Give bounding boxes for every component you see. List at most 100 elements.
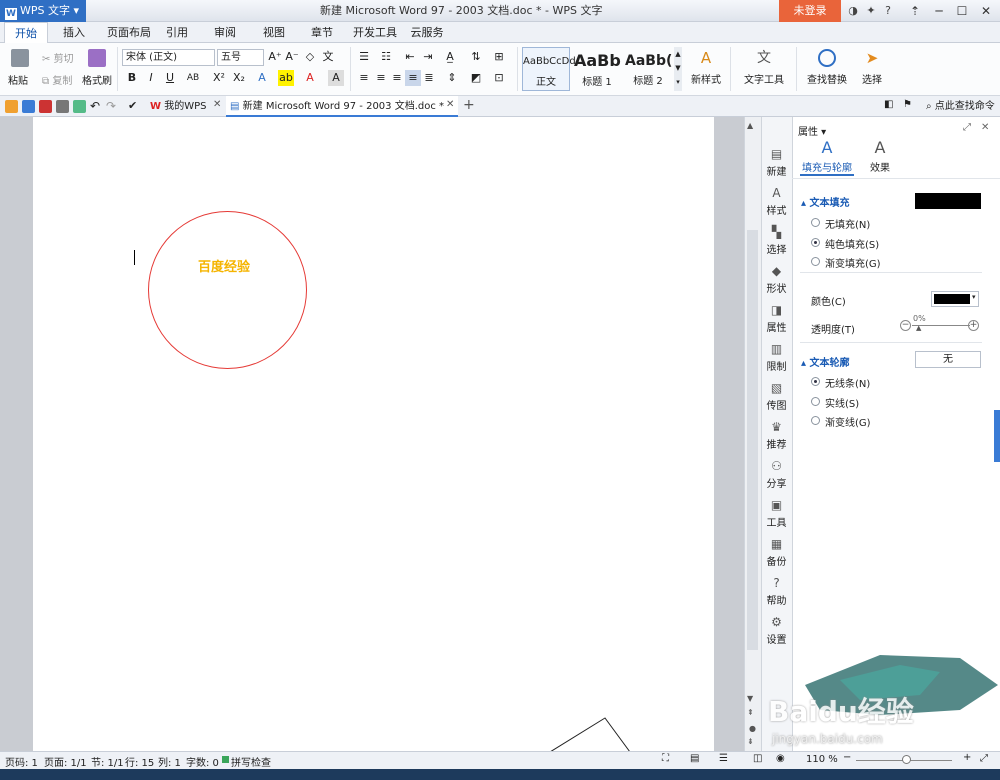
transparency-slider-thumb[interactable]: ▲ bbox=[916, 324, 921, 332]
italic-icon[interactable]: I bbox=[143, 70, 159, 86]
login-button[interactable]: 未登录 bbox=[779, 0, 841, 22]
panel-close-icon[interactable]: ✕ bbox=[981, 122, 989, 133]
close-button[interactable]: ✕ bbox=[975, 2, 997, 20]
solid-line-label[interactable]: 实线(S) bbox=[825, 395, 859, 410]
decrease-indent-icon[interactable]: ⇤ bbox=[402, 49, 418, 65]
undock-icon[interactable]: ⤢ bbox=[963, 122, 971, 133]
text-outline-section[interactable]: ▴ 文本轮廓 bbox=[801, 354, 850, 369]
skin-icon[interactable]: ✦ bbox=[863, 3, 879, 19]
increase-indent-icon[interactable]: ⇥ bbox=[420, 49, 436, 65]
circle-text[interactable]: 百度经验 bbox=[198, 256, 250, 275]
text-fill-color-swatch[interactable] bbox=[915, 193, 981, 209]
save-icon[interactable] bbox=[22, 100, 35, 113]
full-screen-icon[interactable]: ⛶ bbox=[662, 753, 669, 764]
text-effect-icon[interactable]: A bbox=[254, 70, 270, 86]
tab-review[interactable]: 审阅 bbox=[207, 22, 243, 43]
text-fill-section[interactable]: ▴ 文本填充 bbox=[801, 194, 850, 209]
status-spell-check[interactable]: 拼写检查 bbox=[231, 754, 271, 769]
sidebar-item-transfer[interactable]: ▧ 传图 bbox=[761, 382, 792, 412]
zoom-in-icon[interactable]: + bbox=[963, 752, 971, 763]
strikethrough-icon[interactable]: AB bbox=[185, 70, 201, 86]
zoom-slider-thumb[interactable] bbox=[902, 755, 911, 764]
document-page[interactable] bbox=[33, 117, 714, 751]
transparency-plus-icon[interactable]: + bbox=[968, 320, 979, 331]
flag-icon[interactable]: ⚑ bbox=[903, 99, 912, 110]
copy-button[interactable]: ⧉ 复制 bbox=[42, 72, 72, 87]
subscript-icon[interactable]: X₂ bbox=[231, 70, 247, 86]
justify-icon[interactable]: ≡ bbox=[405, 70, 421, 86]
restore-ribbon-icon[interactable]: ⇡ bbox=[904, 2, 926, 20]
sidebar-item-properties[interactable]: ◨ 属性 bbox=[761, 304, 792, 334]
eye-protect-icon[interactable]: ◉ bbox=[776, 753, 785, 764]
undo-icon[interactable]: ↶ bbox=[90, 99, 100, 113]
fit-page-icon[interactable]: ⤢ bbox=[980, 753, 988, 764]
align-left-icon[interactable]: ≡ bbox=[356, 70, 372, 86]
status-word-count[interactable]: 字数: 0 bbox=[186, 754, 219, 769]
command-search[interactable]: ⌕ 点此查找命令 bbox=[922, 96, 995, 117]
close-tab-icon[interactable]: ✕ bbox=[213, 99, 221, 110]
borders-icon[interactable]: ⊡ bbox=[491, 70, 507, 86]
doc-mode-icon[interactable]: ◧ bbox=[884, 99, 893, 110]
status-page-number[interactable]: 页码: 1 bbox=[5, 754, 38, 769]
radio-no-line[interactable] bbox=[811, 377, 820, 386]
align-right-icon[interactable]: ≡ bbox=[389, 70, 405, 86]
text-tools-button[interactable]: 文 文字工具 bbox=[740, 49, 788, 86]
status-col[interactable]: 列: 1 bbox=[158, 754, 181, 769]
zoom-level[interactable]: 110 % bbox=[806, 754, 838, 765]
tab-insert[interactable]: 插入 bbox=[56, 22, 92, 43]
open-icon[interactable] bbox=[5, 100, 18, 113]
grow-font-icon[interactable]: A⁺ bbox=[267, 49, 283, 65]
sidebar-item-restrict[interactable]: ▥ 限制 bbox=[761, 343, 792, 373]
status-row[interactable]: 行: 15 bbox=[125, 754, 154, 769]
cut-button[interactable]: ✂ 剪切 bbox=[42, 50, 74, 65]
styles-scroll[interactable]: ▲ ▼ ▾ bbox=[674, 47, 682, 91]
circle-shape[interactable] bbox=[148, 211, 307, 369]
style-normal[interactable]: AaBbCcDd 正文 bbox=[522, 47, 576, 91]
sidebar-item-style[interactable]: A 样式 bbox=[761, 187, 792, 217]
no-line-label[interactable]: 无线条(N) bbox=[825, 375, 870, 390]
sidebar-item-tools[interactable]: ▣ 工具 bbox=[761, 499, 792, 529]
style-heading1[interactable]: AaBb 标题 1 bbox=[573, 47, 621, 91]
tab-effects[interactable]: A 效果 bbox=[865, 139, 895, 175]
close-tab-icon[interactable]: ✕ bbox=[446, 99, 454, 110]
tab-sections[interactable]: 章节 bbox=[304, 22, 340, 43]
scroll-thumb[interactable] bbox=[747, 230, 758, 650]
superscript-icon[interactable]: X² bbox=[211, 70, 227, 86]
tab-references[interactable]: 引用 bbox=[159, 22, 195, 43]
radio-no-fill[interactable] bbox=[811, 218, 820, 227]
font-case-icon[interactable]: A̲ bbox=[442, 49, 458, 65]
tab-view[interactable]: 视图 bbox=[256, 22, 292, 43]
sidebar-item-share[interactable]: ⚇ 分享 bbox=[761, 460, 792, 490]
find-replace-button[interactable]: 查找替换 bbox=[801, 49, 853, 86]
radio-gradient-fill[interactable] bbox=[811, 257, 820, 266]
sidebar-item-recommend[interactable]: ♛ 推荐 bbox=[761, 421, 792, 451]
sidebar-item-new[interactable]: ▤ 新建 bbox=[761, 148, 792, 178]
scroll-down-icon[interactable]: ▼ bbox=[747, 694, 753, 703]
numbering-icon[interactable]: ☷ bbox=[378, 49, 394, 65]
shrink-font-icon[interactable]: A⁻ bbox=[284, 49, 300, 65]
radio-solid-fill[interactable] bbox=[811, 238, 820, 247]
help-icon-top[interactable]: ? bbox=[880, 3, 896, 19]
tab-cloud[interactable]: 云服务 bbox=[405, 22, 449, 43]
clear-format-icon[interactable]: ◇ bbox=[302, 49, 318, 65]
next-page-icon[interactable]: ⇟ bbox=[747, 737, 754, 746]
no-fill-label[interactable]: 无填充(N) bbox=[825, 216, 870, 231]
tab-developer[interactable]: 开发工具 bbox=[350, 22, 400, 43]
paste-button[interactable]: 粘贴 bbox=[8, 49, 29, 87]
radio-gradient-line[interactable] bbox=[811, 416, 820, 425]
phonetic-icon[interactable]: 文 bbox=[320, 49, 336, 65]
gradient-line-label[interactable]: 渐变线(G) bbox=[825, 414, 871, 429]
prev-page-icon[interactable]: ⇞ bbox=[747, 708, 754, 717]
bold-icon[interactable]: B bbox=[124, 70, 140, 86]
underline-icon[interactable]: U bbox=[162, 70, 178, 86]
sidebar-item-shape[interactable]: ◆ 形状 bbox=[761, 265, 792, 295]
font-color-icon[interactable]: A bbox=[302, 70, 318, 86]
solid-fill-label[interactable]: 纯色填充(S) bbox=[825, 236, 879, 251]
sidebar-item-select[interactable]: ▚ 选择 bbox=[761, 226, 792, 256]
doc-tab-current[interactable]: ▤ 新建 Microsoft Word 97 - 2003 文档.doc * bbox=[226, 96, 458, 117]
triangle-shape[interactable] bbox=[550, 716, 640, 752]
char-shading-icon[interactable]: A bbox=[328, 70, 344, 86]
bullets-icon[interactable]: ☰ bbox=[356, 49, 372, 65]
app-menu-button[interactable]: W WPS 文字 ▾ bbox=[0, 0, 86, 22]
sidebar-item-help[interactable]: ? 帮助 bbox=[761, 577, 792, 607]
